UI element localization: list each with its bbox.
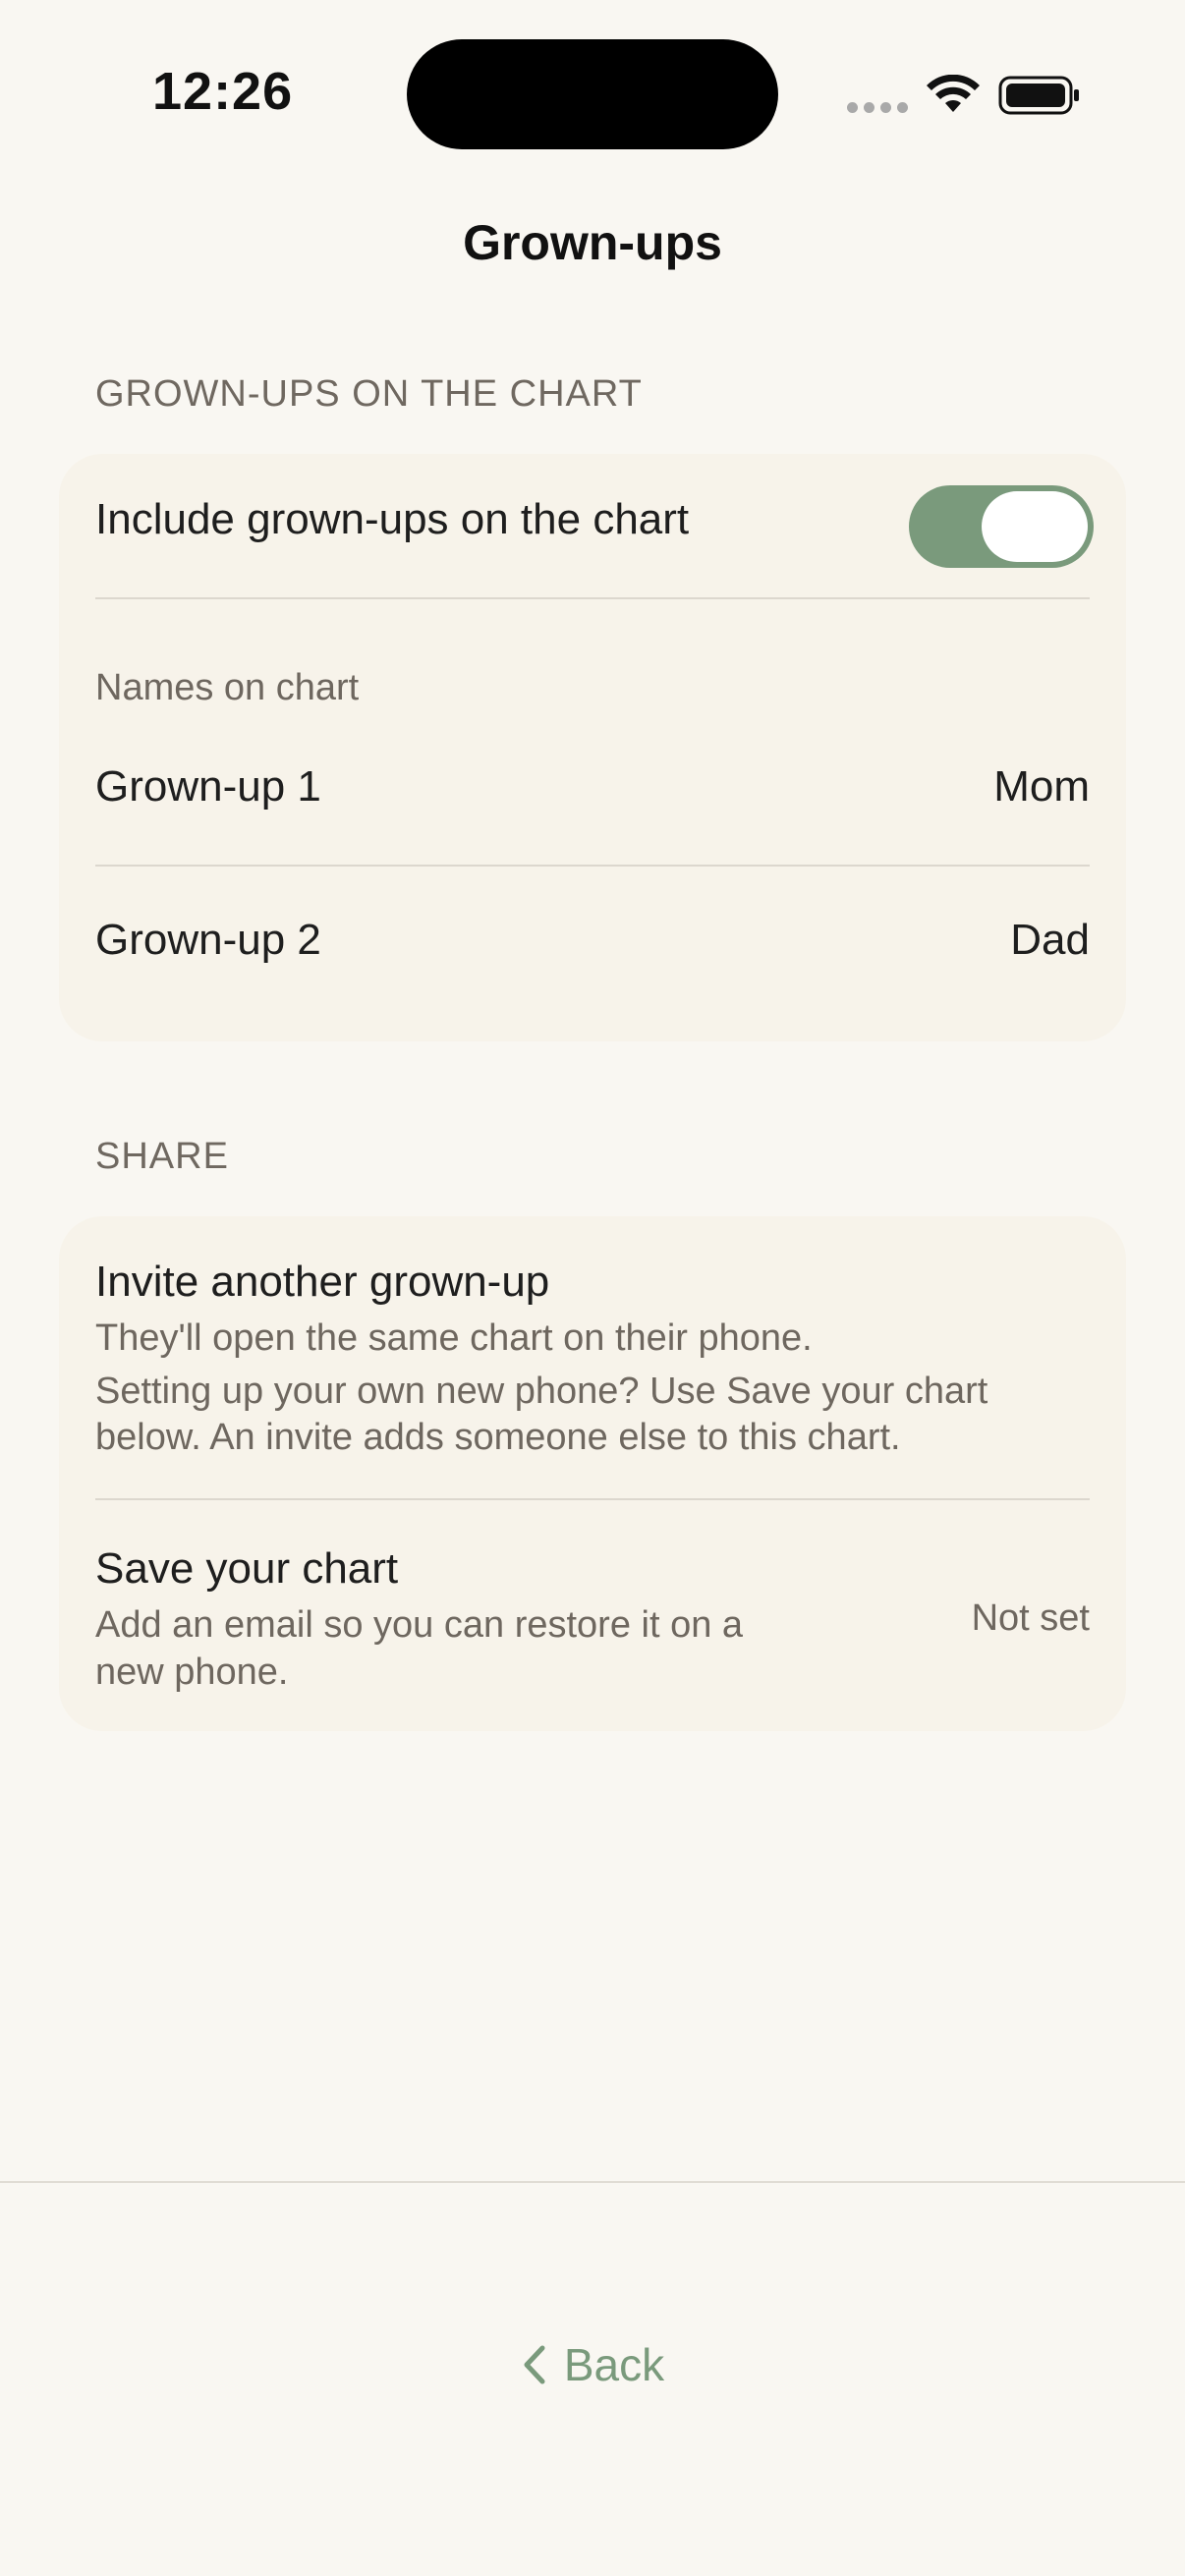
divider (95, 597, 1090, 599)
share-card: Invite another grown-up They'll open the… (59, 1216, 1126, 1731)
back-label: Back (563, 2339, 665, 2390)
bottom-divider (0, 2181, 1185, 2183)
save-chart-value: Not set (971, 1597, 1090, 1639)
grownup-1-value: Mom (993, 762, 1090, 811)
save-chart-title: Save your chart (95, 1544, 399, 1593)
page-title: Grown-ups (463, 215, 722, 270)
toggle-knob (982, 491, 1088, 562)
invite-line-2a: Setting up your own new phone? Use Save … (95, 1371, 988, 1412)
battery-icon (998, 76, 1079, 115)
cellular-signal-icon (847, 102, 908, 113)
grownup-1-label: Grown-up 1 (95, 762, 321, 811)
grownup-2-label: Grown-up 2 (95, 916, 321, 964)
wifi-icon (927, 75, 980, 112)
invite-title: Invite another grown-up (95, 1258, 550, 1306)
grownups-card: Include grown-ups on the chart Names on … (59, 454, 1126, 1041)
grownup-2-value: Dad (1010, 916, 1090, 964)
section-header-grownups: GROWN-UPS ON THE CHART (95, 373, 643, 415)
section-header-share: SHARE (95, 1136, 229, 1177)
include-grownups-label: Include grown-ups on the chart (95, 495, 690, 543)
status-time: 12:26 (152, 62, 294, 121)
divider (95, 1498, 1090, 1500)
back-button[interactable]: Back (0, 2338, 1185, 2391)
chevron-left-icon (524, 2345, 545, 2384)
divider (95, 865, 1090, 867)
save-chart-line-2: new phone. (95, 1652, 289, 1693)
include-grownups-toggle[interactable] (909, 485, 1094, 568)
dynamic-island (407, 39, 778, 149)
invite-line-1: They'll open the same chart on their pho… (95, 1317, 813, 1359)
save-chart-line-1: Add an email so you can restore it on a (95, 1604, 744, 1646)
invite-line-2b: below. An invite adds someone else to th… (95, 1417, 901, 1458)
names-on-chart-label: Names on chart (95, 667, 360, 708)
status-bar: 12:26 (0, 0, 1185, 187)
